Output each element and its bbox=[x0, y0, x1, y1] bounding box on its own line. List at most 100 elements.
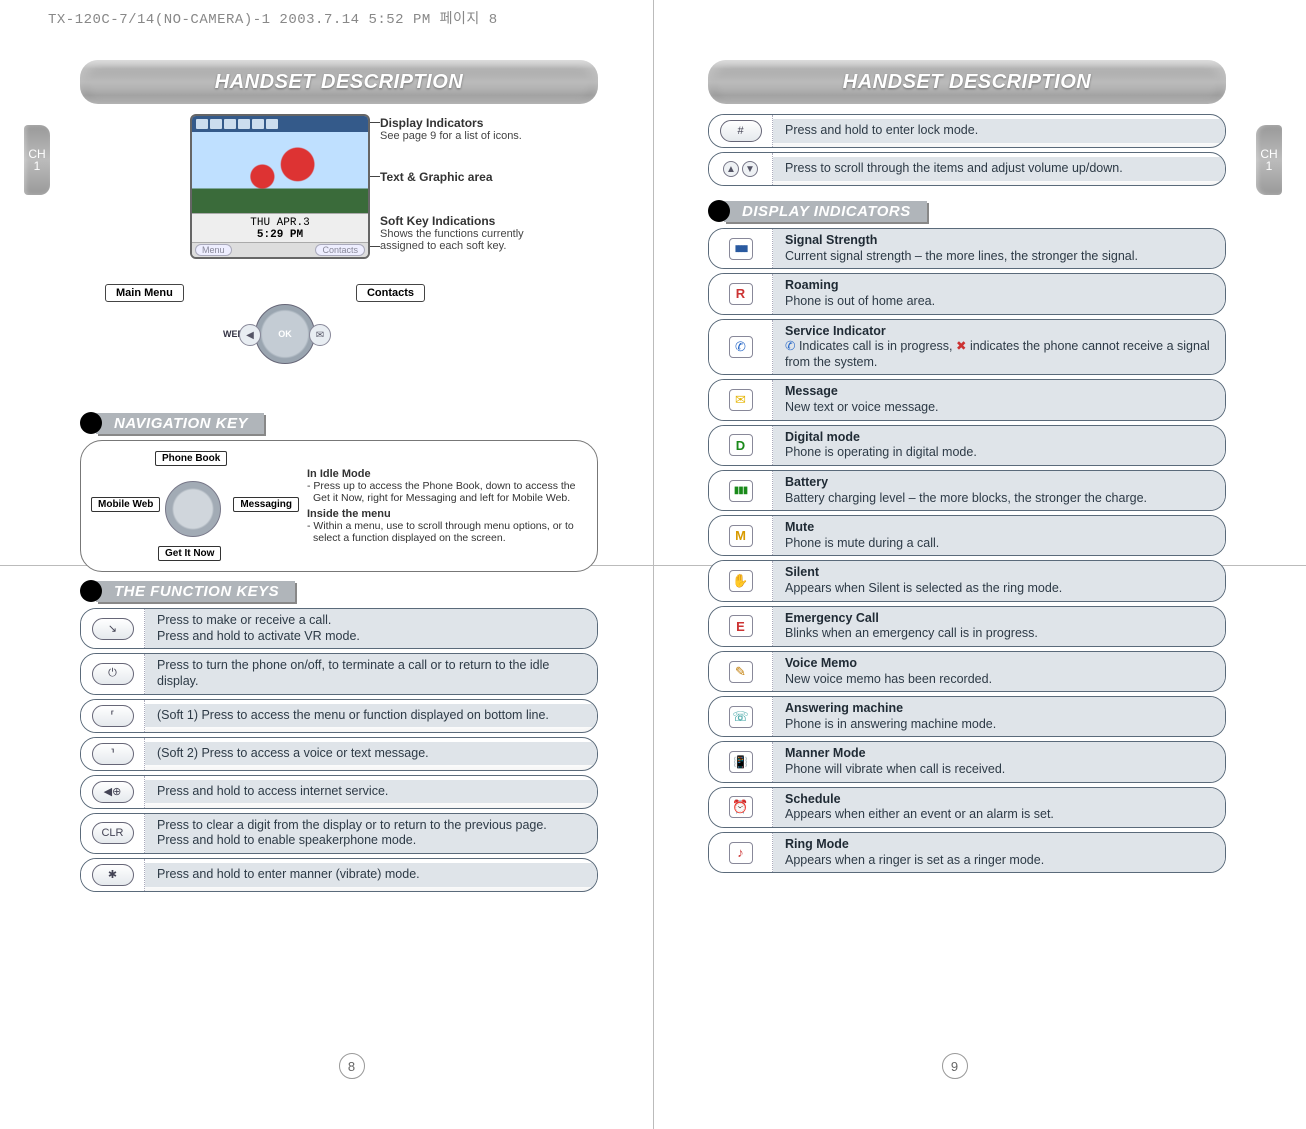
indicator-title: Battery bbox=[785, 475, 1213, 491]
phone-icon bbox=[729, 336, 753, 358]
keycap-icon: ⸢ bbox=[92, 705, 134, 727]
label-phone-book: Phone Book bbox=[155, 451, 227, 466]
function-key-row: ▲▼ Press to scroll through the items and … bbox=[708, 152, 1226, 186]
function-key-row: CLRPress to clear a digit from the displ… bbox=[80, 813, 598, 854]
label-main-menu: Main Menu bbox=[105, 284, 184, 302]
function-key-row: ↘Press to make or receive a call.Press a… bbox=[80, 608, 598, 649]
status-icon bbox=[238, 119, 250, 129]
indicator-desc: Current signal strength – the more lines… bbox=[785, 249, 1213, 265]
callout-leader bbox=[370, 122, 380, 123]
file-header-meta: TX-120C-7/14(NO-CAMERA)-1 2003.7.14 5:52… bbox=[48, 8, 498, 28]
indicator-title: Message bbox=[785, 384, 1213, 400]
section-title: THE FUNCTION KEYS bbox=[96, 581, 295, 602]
nav-menu-title: Inside the menu bbox=[307, 508, 583, 520]
indicator-title: Signal Strength bbox=[785, 233, 1213, 249]
key-icon-cell: ⸢ bbox=[81, 700, 145, 732]
indicator-text: RoamingPhone is out of home area. bbox=[773, 274, 1225, 313]
nav-key-diagram: Phone Book Get It Now Mobile Web Messagi… bbox=[95, 451, 295, 561]
section-dot-icon bbox=[80, 412, 102, 434]
section-navigation-key: NAVIGATION KEY bbox=[80, 412, 598, 434]
status-icon bbox=[224, 119, 236, 129]
nav-right-icon: ✉ bbox=[309, 324, 331, 346]
screen-status-bar bbox=[192, 116, 368, 132]
nav-idle-title: In Idle Mode bbox=[307, 468, 583, 480]
indicator-icon-cell bbox=[709, 471, 773, 510]
keycap-icon: ↘ bbox=[92, 618, 134, 640]
r-icon bbox=[729, 283, 753, 305]
indicator-icon-cell bbox=[709, 229, 773, 268]
indicator-title: Manner Mode bbox=[785, 746, 1213, 762]
indicator-text: Ring ModeAppears when a ringer is set as… bbox=[773, 833, 1225, 872]
indicator-desc: Phone is out of home area. bbox=[785, 294, 1213, 310]
indicator-row: Emergency CallBlinks when an emergency c… bbox=[708, 606, 1226, 647]
label-get-it-now: Get It Now bbox=[158, 546, 221, 561]
key-description: Press to scroll through the items and ad… bbox=[773, 157, 1225, 181]
nav-left-icon: ◀ bbox=[239, 324, 261, 346]
indicator-title: Digital mode bbox=[785, 430, 1213, 446]
indicator-desc: Phone is mute during a call. bbox=[785, 536, 1213, 552]
indicator-desc: Phone will vibrate when call is received… bbox=[785, 762, 1213, 778]
memo-icon bbox=[729, 661, 753, 683]
section-title: NAVIGATION KEY bbox=[96, 413, 264, 434]
in-progress-icon bbox=[785, 339, 795, 355]
indicator-title: Emergency Call bbox=[785, 611, 1213, 627]
key-icon-cell: ▲▼ bbox=[709, 153, 773, 185]
key-icon-cell: # bbox=[709, 115, 773, 147]
page-left: CH 1 HANDSET DESCRIPTION THU APR.3 5:29 … bbox=[50, 50, 653, 1079]
callout-display-indicators: Display Indicators See page 9 for a list… bbox=[380, 116, 522, 142]
ans-icon bbox=[729, 706, 753, 728]
volume-keys-icon: ▲▼ bbox=[722, 161, 760, 177]
indicator-text: MessageNew text or voice message. bbox=[773, 380, 1225, 419]
chapter-tab-right: CH 1 bbox=[1256, 125, 1282, 195]
navigation-key-box: Phone Book Get It Now Mobile Web Messagi… bbox=[80, 440, 598, 572]
keycap-icon: ⏻ bbox=[92, 663, 134, 685]
key-description: (Soft 2) Press to access a voice or text… bbox=[145, 742, 597, 766]
label-mobile-web: Mobile Web bbox=[91, 497, 160, 512]
key-description: Press to turn the phone on/off, to termi… bbox=[145, 654, 597, 693]
screen-wallpaper bbox=[192, 132, 368, 213]
indicator-title: Mute bbox=[785, 520, 1213, 536]
callout-title: Soft Key Indications bbox=[380, 214, 524, 228]
page-title-left: HANDSET DESCRIPTION bbox=[80, 60, 598, 104]
indicator-icon-cell bbox=[709, 607, 773, 646]
callout-title: Text & Graphic area bbox=[380, 170, 493, 184]
screen-date: THU APR.3 bbox=[192, 217, 368, 229]
indicator-row: Digital modePhone is operating in digita… bbox=[708, 425, 1226, 466]
indicator-row: ScheduleAppears when either an event or … bbox=[708, 787, 1226, 828]
keycap-icon: ⸣ bbox=[92, 743, 134, 765]
e-icon bbox=[729, 615, 753, 637]
callout-leader bbox=[370, 246, 380, 247]
indicator-icon-cell bbox=[709, 516, 773, 555]
indicator-icon-cell bbox=[709, 320, 773, 375]
key-icon-cell: ↘ bbox=[81, 609, 145, 648]
indicator-icon-cell bbox=[709, 274, 773, 313]
key-description: Press and hold to enter manner (vibrate)… bbox=[145, 863, 597, 887]
nav-menu-desc: - Within a menu, use to scroll through m… bbox=[307, 520, 583, 544]
signal-icon bbox=[729, 238, 753, 260]
function-key-row: ◀⊕Press and hold to access internet serv… bbox=[80, 775, 598, 809]
nav-ring-small bbox=[165, 481, 221, 537]
indicator-title: Ring Mode bbox=[785, 837, 1213, 853]
callout-desc: assigned to each soft key. bbox=[380, 240, 524, 252]
indicator-text: MutePhone is mute during a call. bbox=[773, 516, 1225, 555]
indicator-desc: Indicates call is in progress, ✖ indicat… bbox=[785, 339, 1213, 370]
indicator-title: Service Indicator bbox=[785, 324, 1213, 340]
indicator-row: BatteryBattery charging level – the more… bbox=[708, 470, 1226, 511]
page-number-right: 9 bbox=[942, 1053, 968, 1079]
m-icon bbox=[729, 525, 753, 547]
indicator-row: Ring ModeAppears when a ringer is set as… bbox=[708, 832, 1226, 873]
callout-text-graphic-area: Text & Graphic area bbox=[380, 170, 493, 184]
indicator-text: SilentAppears when Silent is selected as… bbox=[773, 561, 1225, 600]
softkey-left-label: Menu bbox=[195, 244, 232, 256]
top-key-list: #Press and hold to enter lock mode.▲▼Pre… bbox=[708, 114, 1226, 186]
chapter-number: 1 bbox=[34, 160, 41, 172]
keycap-icon: ✱ bbox=[92, 864, 134, 886]
indicator-desc: Battery charging level – the more blocks… bbox=[785, 491, 1213, 507]
indicator-text: Signal StrengthCurrent signal strength –… bbox=[773, 229, 1225, 268]
nav-ring: WEB ◀ ✉ bbox=[245, 294, 325, 374]
callout-leader bbox=[370, 176, 380, 177]
key-description: (Soft 1) Press to access the menu or fun… bbox=[145, 704, 597, 728]
screen-clock: THU APR.3 5:29 PM bbox=[192, 213, 368, 242]
function-key-row: ⏻ Press to turn the phone on/off, to term… bbox=[80, 653, 598, 694]
nav-key-description: In Idle Mode - Press up to access the Ph… bbox=[307, 468, 583, 544]
